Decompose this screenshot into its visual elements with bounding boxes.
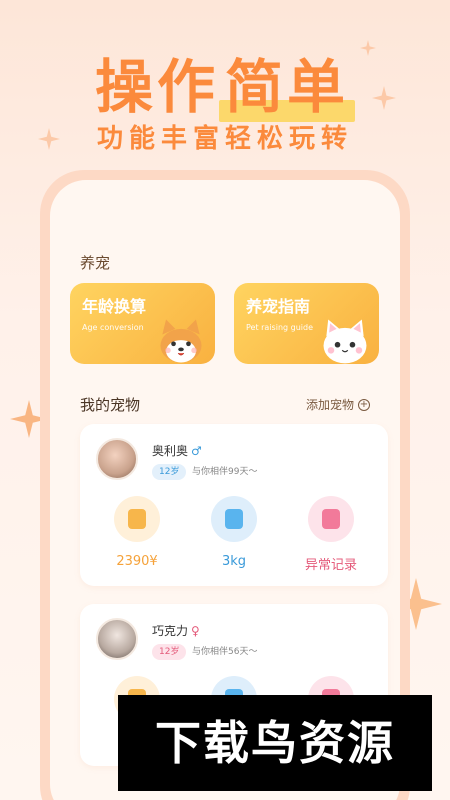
- pet-name: 奥利奥 ♂: [152, 442, 202, 459]
- add-pet-label: 添加宠物: [305, 398, 354, 412]
- pet-card[interactable]: 奥利奥 ♂ 12岁 与你相伴99天～ 2390¥ 3kg 异常记录: [80, 424, 388, 586]
- age-badge: 12岁: [152, 464, 187, 480]
- stat-weight[interactable]: 3kg: [199, 496, 269, 569]
- pet-name: 巧克力 ♀: [152, 622, 200, 639]
- shiba-dog-icon: [160, 319, 202, 363]
- my-pets-header: 我的宠物 添加宠物 +: [80, 394, 370, 415]
- companion-text: 与你相伴99天～: [192, 467, 258, 477]
- pet-name-text: 奥利奥: [152, 444, 189, 458]
- female-icon: ♀: [191, 624, 200, 638]
- watermark-banner: 下载鸟资源: [118, 695, 432, 791]
- pet-name-text: 巧克力: [152, 624, 189, 638]
- add-pet-button[interactable]: 添加宠物 +: [306, 396, 370, 413]
- section-label: 养宠: [80, 254, 111, 272]
- male-icon: ♂: [191, 444, 202, 458]
- age-badge: 12岁: [152, 644, 187, 660]
- avatar: [96, 618, 138, 660]
- stat-abnormal[interactable]: 异常记录: [296, 496, 366, 573]
- white-cat-icon: [323, 319, 367, 364]
- record-icon: [308, 496, 354, 542]
- stat-expense[interactable]: 2390¥: [102, 496, 172, 569]
- hero-title-highlight: 简单: [219, 40, 356, 124]
- plus-icon: +: [358, 398, 370, 411]
- wallet-icon: [114, 496, 160, 542]
- stat-value: 2390¥: [116, 554, 158, 569]
- hero-title-part1: 操作: [94, 53, 219, 121]
- stat-value: 3kg: [221, 554, 247, 569]
- my-pets-title: 我的宠物: [80, 396, 141, 414]
- stat-value: 异常记录: [304, 558, 357, 573]
- pet-guide-title: 养宠指南: [246, 297, 311, 316]
- age-conversion-card[interactable]: 年龄换算 Age conversion: [70, 283, 215, 364]
- pet-guide-card[interactable]: 养宠指南 Pet raising guide: [234, 283, 379, 364]
- age-conversion-title: 年龄换算: [82, 297, 147, 316]
- weight-icon: [211, 496, 257, 542]
- hero-subtitle: 功能丰富轻松玩转: [96, 124, 353, 154]
- companion-text: 与你相伴56天～: [192, 647, 258, 657]
- hero-title: 操作 简单: [0, 40, 450, 124]
- avatar: [96, 438, 138, 480]
